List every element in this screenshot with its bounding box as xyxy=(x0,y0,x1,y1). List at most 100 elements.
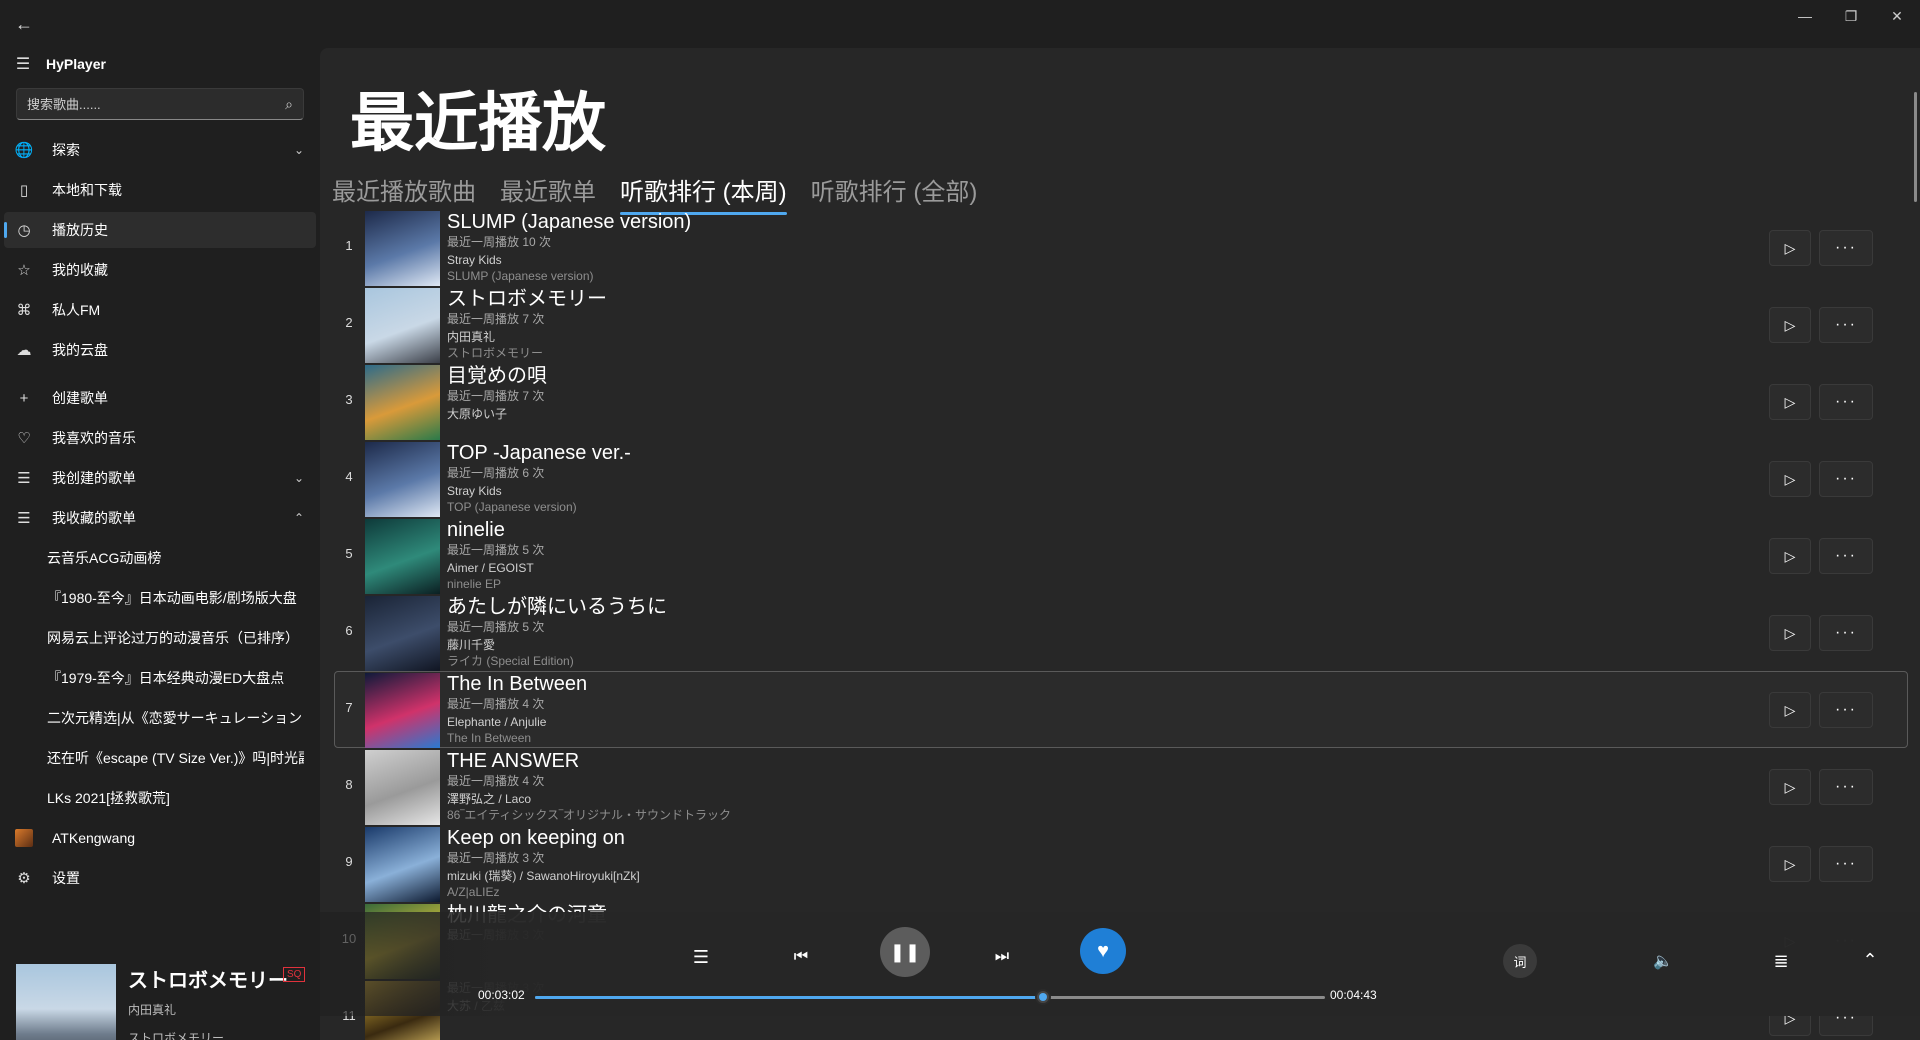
maximize-button[interactable]: ❐ xyxy=(1828,0,1874,32)
globe-icon: 🌐 xyxy=(14,142,34,159)
song-album[interactable]: A/Z|aLIEz xyxy=(447,884,640,900)
sidebar-item-nav-5[interactable]: ☁ 我的云盘 xyxy=(4,332,316,368)
sidebar-item-nav-2[interactable]: ◷ 播放历史 xyxy=(4,212,316,248)
collected-playlist-item[interactable]: LKs 2021[拯救歌荒] xyxy=(4,780,304,816)
collected-playlist-item[interactable]: 『1980-至今』日本动画电影/剧场版大盘 xyxy=(4,580,304,616)
tab-1[interactable]: 最近歌单 xyxy=(500,172,596,211)
play-icon[interactable]: ▷ xyxy=(1769,769,1811,805)
search-box[interactable]: ⌕ xyxy=(16,88,304,120)
next-icon[interactable]: ⏭ xyxy=(987,942,1017,972)
song-album[interactable]: The In Between xyxy=(447,730,587,746)
minimize-button[interactable]: — xyxy=(1782,0,1828,32)
hamburger-menu-icon[interactable]: ☰ xyxy=(0,54,46,74)
song-row[interactable]: 6 あたしが隣にいるうちに 最近一周播放 5 次藤川千愛 ライカ (Special E… xyxy=(334,594,1908,671)
song-artist[interactable]: Stray Kids xyxy=(447,252,691,268)
song-artist[interactable]: 澤野弘之 / Laco xyxy=(447,791,731,807)
song-artist[interactable]: mizuki (瑞葵) / SawanoHiroyuki[nZk] xyxy=(447,868,640,884)
sidebar-item-settings[interactable]: ⚙ 设置 xyxy=(4,860,316,896)
song-rank: 1 xyxy=(345,238,353,253)
song-row[interactable]: 3 目覚めの唄 最近一周播放 7 次大原ゆい子 ▷ ··· xyxy=(334,363,1908,440)
song-row[interactable]: 2 ストロボメモリー 最近一周播放 7 次内田真礼 ストロボメモリー ▷ ··· xyxy=(334,286,1908,363)
song-artist[interactable]: 内田真礼 xyxy=(447,329,607,345)
like-button[interactable]: ♥ xyxy=(1080,928,1126,974)
play-icon[interactable]: ▷ xyxy=(1769,230,1811,266)
more-icon[interactable]: ··· xyxy=(1819,307,1873,343)
tab-2[interactable]: 听歌排行 (本周) xyxy=(620,172,787,215)
play-icon[interactable]: ▷ xyxy=(1769,307,1811,343)
back-arrow-icon[interactable]: ← xyxy=(12,12,36,36)
chevron-icon[interactable]: ⌄ xyxy=(294,143,304,157)
sidebar-item-nav-3[interactable]: ☆ 我的收藏 xyxy=(4,252,316,288)
tab-0[interactable]: 最近播放歌曲 xyxy=(332,172,476,211)
collected-playlist-item[interactable]: 『1979-至今』日本经典动漫ED大盘点 xyxy=(4,660,304,696)
sidebar-item-user[interactable]: ATKengwang xyxy=(4,820,316,856)
more-icon[interactable]: ··· xyxy=(1819,615,1873,651)
more-icon[interactable]: ··· xyxy=(1819,769,1873,805)
playlist-icon[interactable]: ☰ xyxy=(686,942,716,972)
album-cover xyxy=(365,211,440,286)
chevron-icon[interactable]: ⌃ xyxy=(294,511,304,525)
progress-thumb[interactable] xyxy=(1034,989,1051,1005)
now-playing-cover[interactable] xyxy=(16,964,116,1040)
star-icon: ☆ xyxy=(17,262,31,279)
song-album[interactable]: ストロボメモリー xyxy=(447,345,607,361)
more-icon[interactable]: ··· xyxy=(1819,538,1873,574)
collected-playlist-item[interactable]: 还在听《escape (TV Size Ver.)》吗|时光副 xyxy=(4,740,304,776)
lyrics-button[interactable]: 词 xyxy=(1503,944,1537,978)
more-icon[interactable]: ··· xyxy=(1819,384,1873,420)
sidebar-item-nav-1[interactable]: ▯ 本地和下载 xyxy=(4,172,316,208)
song-row[interactable]: 1 SLUMP (Japanese version) 最近一周播放 10 次 Stra… xyxy=(334,209,1908,286)
song-artist[interactable]: 大原ゆい子 xyxy=(447,406,547,422)
scrollbar[interactable] xyxy=(1914,92,1917,202)
tab-3[interactable]: 听歌排行 (全部) xyxy=(811,172,978,211)
song-artist[interactable]: Stray Kids xyxy=(447,483,631,499)
more-icon[interactable]: ··· xyxy=(1819,461,1873,497)
collected-playlist-item[interactable]: 网易云上评论过万的动漫音乐（已排序） xyxy=(4,620,304,656)
now-playing-album[interactable]: ストロボメモリー xyxy=(128,1029,224,1040)
sidebar-item-nav2-0[interactable]: + 创建歌单 xyxy=(4,380,316,416)
song-artist[interactable]: Aimer / EGOIST xyxy=(447,560,544,576)
play-count: 最近一周播放 3 次 xyxy=(447,851,545,865)
close-button[interactable]: ✕ xyxy=(1874,0,1920,32)
song-album[interactable]: TOP (Japanese version) xyxy=(447,499,631,515)
search-icon[interactable]: ⌕ xyxy=(285,96,293,113)
sidebar-item-nav2-3[interactable]: ☰ 我收藏的歌单 ⌃ xyxy=(4,500,316,536)
song-album[interactable]: 86‾エイティシックス‾オリジナル・サウンドトラック xyxy=(447,807,731,823)
play-icon[interactable]: ▷ xyxy=(1769,461,1811,497)
more-icon[interactable]: ··· xyxy=(1819,230,1873,266)
volume-icon[interactable]: 🔈 xyxy=(1648,946,1678,976)
previous-icon[interactable]: ⏮ xyxy=(786,942,816,972)
song-album[interactable]: SLUMP (Japanese version) xyxy=(447,268,691,284)
song-album[interactable]: ライカ (Special Edition) xyxy=(447,653,667,669)
song-row[interactable]: 5 ninelie 最近一周播放 5 次 Aimer / EGOIST ninelie … xyxy=(334,517,1908,594)
search-input[interactable] xyxy=(27,96,286,112)
now-playing-card[interactable]: ストロボメモリー SQ 内田真礼 ストロボメモリー xyxy=(16,964,316,1040)
play-icon[interactable]: ▷ xyxy=(1769,615,1811,651)
sidebar-item-nav2-1[interactable]: ♡ 我喜欢的音乐 xyxy=(4,420,316,456)
sidebar-item-nav-4[interactable]: ⌘ 私人FM xyxy=(4,292,316,328)
play-icon[interactable]: ▷ xyxy=(1769,538,1811,574)
expand-icon[interactable]: ⌃ xyxy=(1852,942,1888,978)
song-album[interactable]: ninelie EP xyxy=(447,576,544,592)
queue-icon[interactable]: ≣ xyxy=(1766,946,1796,976)
now-playing-artist[interactable]: 内田真礼 xyxy=(128,1001,176,1018)
collected-playlist-item[interactable]: 二次元精选|从《恋愛サーキュレーション xyxy=(4,700,304,736)
sidebar-item-nav2-2[interactable]: ☰ 我创建的歌单 ⌄ xyxy=(4,460,316,496)
play-icon[interactable]: ▷ xyxy=(1769,692,1811,728)
more-icon[interactable]: ··· xyxy=(1819,846,1873,882)
more-icon[interactable]: ··· xyxy=(1819,692,1873,728)
collected-playlist-item[interactable]: 云音乐ACG动画榜 xyxy=(4,540,304,576)
progress-slider[interactable] xyxy=(535,989,1325,1005)
play-icon[interactable]: ▷ xyxy=(1769,384,1811,420)
song-rank: 5 xyxy=(345,546,353,561)
song-artist[interactable]: Elephante / Anjulie xyxy=(447,714,587,730)
play-icon[interactable]: ▷ xyxy=(1769,846,1811,882)
song-row[interactable]: 8 THE ANSWER 最近一周播放 4 次澤野弘之 / Laco 86‾エイティシ… xyxy=(334,748,1908,825)
song-row[interactable]: 9 Keep on keeping on 最近一周播放 3 次 mizuki (瑞葵)… xyxy=(334,825,1908,902)
chevron-icon[interactable]: ⌄ xyxy=(294,471,304,485)
song-artist[interactable]: 藤川千愛 xyxy=(447,637,667,653)
song-row[interactable]: 4 TOP -Japanese ver.- 最近一周播放 6 次 Stray Kids… xyxy=(334,440,1908,517)
pause-button[interactable]: ❚❚ xyxy=(880,927,930,977)
sidebar-item-nav-0[interactable]: 🌐 探索 ⌄ xyxy=(4,132,316,168)
song-row[interactable]: 7 The In Between 最近一周播放 4 次 Elephante / Anj… xyxy=(334,671,1908,748)
